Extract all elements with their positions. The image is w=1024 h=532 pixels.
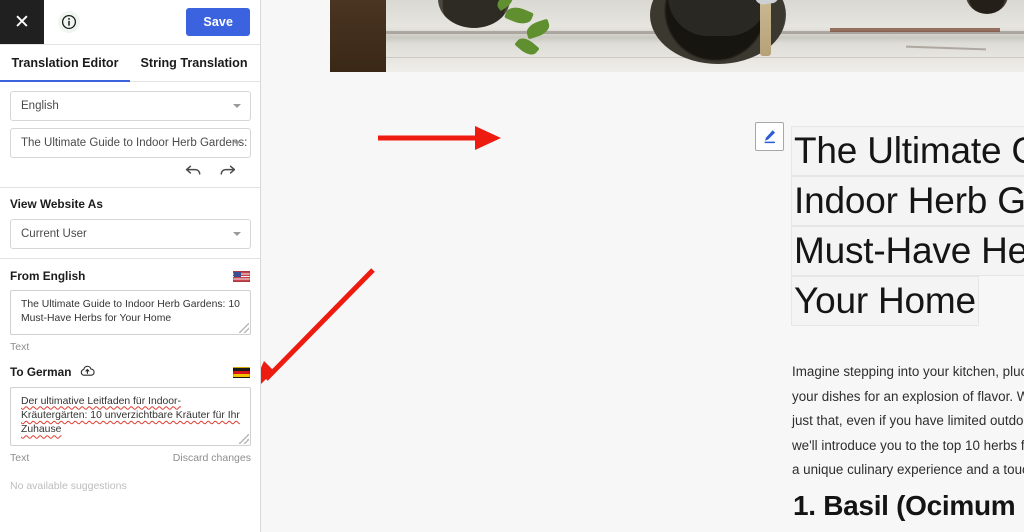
cloud-upload-icon[interactable]: [80, 365, 96, 380]
from-english-heading: From English: [10, 269, 86, 283]
translation-sidebar: ✕ Save Translation Editor String Transla…: [0, 0, 261, 532]
post-title-line: Your Home: [791, 276, 979, 326]
view-website-as-heading: View Website As: [10, 197, 103, 211]
post-select[interactable]: The Ultimate Guide to Indoor Herb Garden…: [10, 128, 251, 158]
sidebar-topbar: ✕ Save: [0, 0, 260, 45]
post-title-line: Must-Have Herbs for: [791, 226, 1024, 276]
post-section-heading: 1. Basil (Ocimum: [793, 490, 1016, 521]
red-arrow-to-edit-pencil: [378, 126, 501, 150]
us-flag-icon: [233, 270, 250, 282]
source-text-value: The Ultimate Guide to Indoor Herb Garden…: [21, 299, 240, 325]
pencil-edit-icon[interactable]: [755, 122, 784, 151]
selectors-section: English The Ultimate Guide to Indoor Her…: [0, 82, 260, 188]
info-icon[interactable]: [58, 11, 80, 33]
close-icon[interactable]: ✕: [0, 0, 44, 44]
source-language-section: From English The Ultimate Guide to Indoo…: [0, 259, 260, 355]
post-title-line: Indoor Herb Gardens: 10: [791, 176, 1024, 226]
source-text-textarea[interactable]: The Ultimate Guide to Indoor Herb Garden…: [10, 290, 251, 335]
sidebar-tabs: Translation Editor String Translation: [0, 45, 260, 82]
post-select-value: The Ultimate Guide to Indoor Herb Garden…: [21, 137, 250, 149]
resize-grip-icon[interactable]: [239, 433, 249, 444]
save-button[interactable]: Save: [186, 8, 250, 36]
page-preview: The Ultimate Guide to Indoor Herb Garden…: [261, 0, 1024, 532]
no-suggestions-message: No available suggestions: [10, 479, 127, 492]
german-translation-textarea[interactable]: Der ultimative Leitfaden für Indoor-Kräu…: [10, 386, 251, 446]
view-as-select-value: Current User: [21, 228, 87, 240]
view-as-select[interactable]: Current User: [10, 219, 251, 249]
tab-translation-editor[interactable]: Translation Editor: [0, 45, 130, 82]
chevron-down-icon: [233, 141, 241, 145]
red-arrow-to-german-textarea: [261, 268, 375, 384]
hero-image: [330, 0, 1024, 72]
target-field-type-label: Text: [10, 451, 30, 464]
post-title: The Ultimate Guide to Indoor Herb Garden…: [791, 126, 1024, 326]
language-select[interactable]: English: [10, 91, 251, 121]
de-flag-icon: [233, 366, 250, 378]
to-german-heading: To German: [10, 365, 72, 380]
tab-string-translation[interactable]: String Translation: [130, 45, 258, 81]
language-select-value: English: [21, 100, 59, 112]
redo-arrow-icon[interactable]: [219, 163, 236, 183]
chevron-down-icon: [233, 232, 241, 236]
translation-editor-screen: ✕ Save Translation Editor String Transla…: [0, 0, 1024, 532]
view-website-as-section: View Website As Current User: [0, 188, 260, 259]
resize-grip-icon[interactable]: [239, 322, 249, 333]
chevron-down-icon: [233, 104, 241, 108]
german-text-value: Der ultimative Leitfaden für Indoor-Kräu…: [21, 396, 240, 436]
undo-arrow-icon[interactable]: [185, 163, 202, 183]
post-title-line: The Ultimate Guide to: [791, 126, 1024, 176]
german-text-spellchecked: Der ultimative Leitfaden für Indoor-Kräu…: [21, 395, 240, 436]
history-controls: [10, 158, 250, 187]
discard-changes-button[interactable]: Discard changes: [173, 452, 251, 464]
post-intro-paragraph: Imagine stepping into your kitchen, pluc…: [792, 364, 1024, 478]
source-field-type-label: Text: [10, 340, 30, 353]
target-language-section: To German Der ultimative Leitfaden für I…: [0, 355, 260, 501]
